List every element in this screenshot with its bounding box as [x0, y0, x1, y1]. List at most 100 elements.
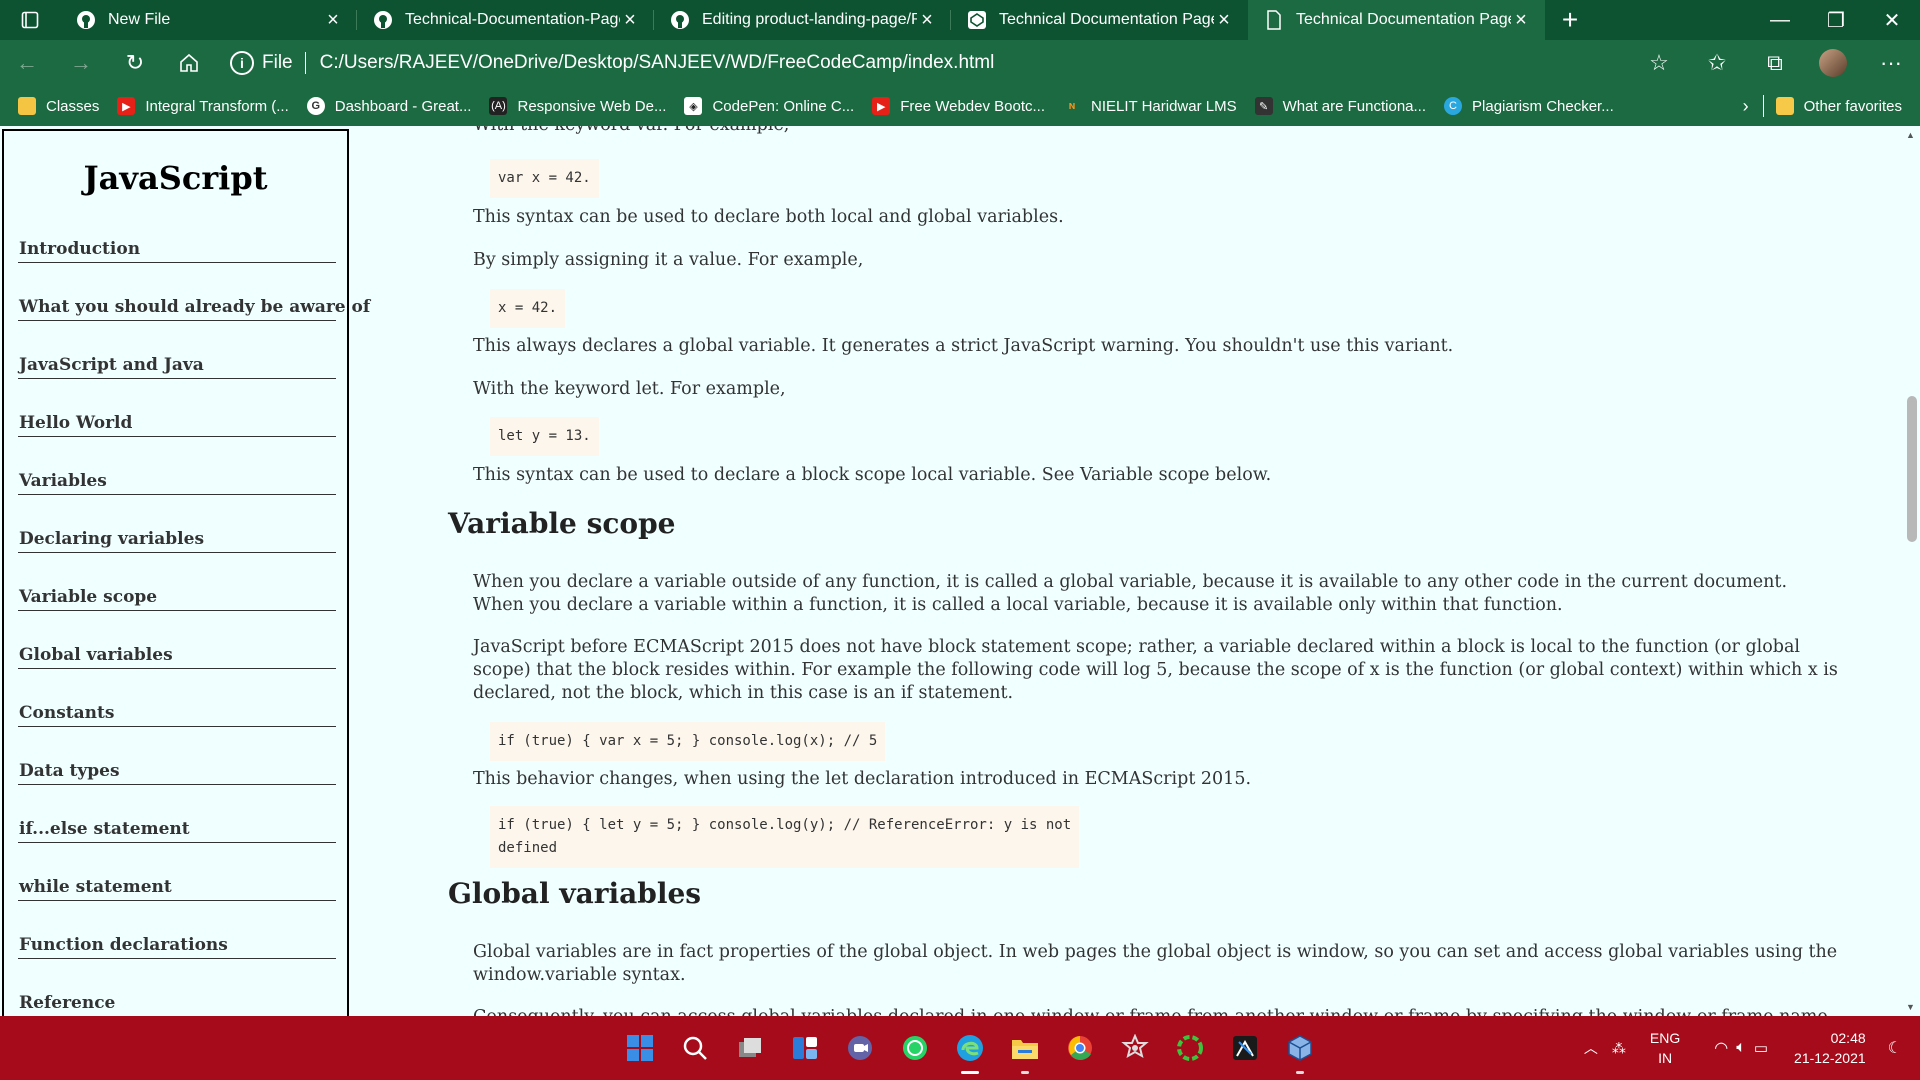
- favorite-item[interactable]: ◈ CodePen: Online C...: [684, 97, 854, 115]
- folder-icon: [1775, 97, 1794, 115]
- nav-link-javascript-and-java[interactable]: JavaScript and Java: [18, 321, 336, 379]
- chevron-right-icon[interactable]: ›: [1743, 96, 1749, 117]
- github-icon: [74, 8, 98, 32]
- paragraph: With the keyword let. For example,: [473, 379, 786, 399]
- favorite-item[interactable]: ▶ Free Webdev Bootc...: [872, 97, 1045, 115]
- plagiarism-checker-icon: C: [1444, 97, 1463, 115]
- edge-icon[interactable]: [942, 1026, 997, 1074]
- collections-icon[interactable]: ⧉: [1746, 50, 1804, 76]
- windows-start-icon[interactable]: [612, 1026, 667, 1070]
- paragraph: JavaScript before ECMAScript 2015 does n…: [473, 637, 1838, 703]
- code-line: if (true) { let y = 5; } console.log(y);…: [498, 817, 1072, 833]
- close-icon[interactable]: ×: [917, 9, 937, 32]
- task-view-icon[interactable]: [722, 1026, 777, 1070]
- file-icon: [1262, 8, 1286, 32]
- nav-link-while[interactable]: while statement: [18, 843, 336, 901]
- tab-codepen-technical-doc[interactable]: Technical Documentation Page ×: [951, 0, 1248, 40]
- nav-link-declaring-variables[interactable]: Declaring variables: [18, 495, 336, 553]
- kali-app-icon[interactable]: [1217, 1026, 1272, 1070]
- clock[interactable]: 02:48 21-12-2021: [1794, 1028, 1866, 1068]
- paragraph: By simply assigning it a value. For exam…: [473, 250, 864, 270]
- section-heading-variable-scope: Variable scope: [448, 507, 676, 540]
- nav-link-hello-world[interactable]: Hello World: [18, 379, 336, 437]
- dropbox-icon[interactable]: ⁂: [1612, 1040, 1626, 1057]
- favorite-item[interactable]: ▶ Integral Transform (...: [117, 97, 289, 115]
- favorites-bar: Classes ▶ Integral Transform (... G Dashbo…: [0, 86, 1920, 126]
- more-menu-icon[interactable]: ···: [1862, 50, 1920, 76]
- search-icon[interactable]: [667, 1026, 722, 1070]
- forward-arrow-icon[interactable]: →: [54, 40, 108, 86]
- new-tab-button[interactable]: +: [1545, 0, 1595, 40]
- language-indicator[interactable]: ENG IN: [1650, 1028, 1680, 1068]
- vertical-scrollbar[interactable]: ▲ ▼: [1902, 126, 1920, 1016]
- nav-link-constants[interactable]: Constants: [18, 669, 336, 727]
- favorites-icon[interactable]: ✩: [1688, 50, 1746, 76]
- tab-actions-icon[interactable]: [0, 0, 60, 40]
- profile-avatar[interactable]: [1804, 49, 1862, 77]
- battery-icon[interactable]: ▭: [1754, 1039, 1768, 1057]
- scroll-up-icon[interactable]: ▲: [1906, 130, 1915, 140]
- close-icon[interactable]: ×: [1214, 9, 1234, 32]
- paragraph: With the keyword var. For example,: [473, 126, 1843, 137]
- tab-strip: New File × Technical-Documentation-Page/…: [0, 0, 1920, 40]
- chevron-up-icon[interactable]: ︿: [1584, 1038, 1598, 1058]
- navbar: JavaScript Introduction What you should …: [2, 129, 370, 1016]
- scrollbar-thumb[interactable]: [1907, 396, 1917, 542]
- favorite-item[interactable]: (A) Responsive Web De...: [489, 97, 666, 115]
- circle-app-icon[interactable]: [1162, 1026, 1217, 1070]
- nav-link-variable-scope[interactable]: Variable scope: [18, 553, 336, 611]
- close-icon[interactable]: ×: [1511, 9, 1531, 32]
- favorite-item[interactable]: G Dashboard - Great...: [306, 97, 471, 115]
- address-toolbar: ← → ↻ i File C:/Users/RAJEEV/OneDrive/De…: [0, 40, 1920, 86]
- nav-link-global-variables[interactable]: Global variables: [18, 611, 336, 669]
- file-explorer-icon[interactable]: [997, 1026, 1052, 1074]
- wifi-icon[interactable]: ◠: [1714, 1038, 1728, 1058]
- nav-link-what-you-should-know[interactable]: What you should already be aware of: [18, 263, 370, 321]
- back-arrow-icon[interactable]: ←: [0, 40, 54, 86]
- nav-link-if-else[interactable]: if...else statement: [18, 785, 336, 843]
- notifications-icon[interactable]: ☾: [1888, 1038, 1902, 1058]
- favorite-item[interactable]: ɴ NIELIT Haridwar LMS: [1063, 97, 1237, 115]
- nav-link-function-declarations[interactable]: Function declarations: [18, 901, 336, 959]
- sidebar-title: JavaScript: [83, 159, 268, 197]
- tab-technical-doc-active[interactable]: Technical Documentation Page ×: [1248, 0, 1545, 40]
- minimize-icon[interactable]: —: [1752, 0, 1808, 40]
- paragraph: This always declares a global variable. …: [473, 336, 1454, 356]
- address-bar[interactable]: i File C:/Users/RAJEEV/OneDrive/Desktop/…: [224, 45, 1630, 81]
- favorite-item[interactable]: C Plagiarism Checker...: [1444, 97, 1614, 115]
- nav-link-introduction[interactable]: Introduction: [18, 233, 336, 263]
- whatsapp-icon[interactable]: [887, 1026, 942, 1070]
- tab-label: Technical Documentation Page: [999, 11, 1214, 28]
- close-icon[interactable]: ×: [323, 9, 343, 32]
- code-block: let y = 13.: [490, 417, 599, 456]
- nav-link-variables[interactable]: Variables: [18, 437, 336, 495]
- youtube-icon: ▶: [117, 97, 136, 115]
- scroll-down-icon[interactable]: ▼: [1906, 1002, 1915, 1012]
- restore-icon[interactable]: ❐: [1808, 0, 1864, 40]
- nav-link-data-types[interactable]: Data types: [18, 727, 336, 785]
- tab-new-file[interactable]: New File ×: [60, 0, 357, 40]
- paragraph: When you declare a variable outside of a…: [473, 572, 1788, 615]
- tab-technical-documentation-repo[interactable]: Technical-Documentation-Page/ ×: [357, 0, 654, 40]
- codepen-icon: ◈: [684, 97, 703, 115]
- nav-link-reference[interactable]: Reference: [18, 959, 336, 1016]
- teams-chat-icon[interactable]: [832, 1026, 887, 1070]
- favorite-item[interactable]: ✎ What are Functiona...: [1254, 97, 1426, 115]
- close-icon[interactable]: ×: [620, 9, 640, 32]
- volume-icon[interactable]: 🔈︎: [1736, 1039, 1746, 1057]
- add-favorite-icon[interactable]: ☆: [1630, 50, 1688, 76]
- refresh-icon[interactable]: ↻: [108, 40, 162, 86]
- close-window-icon[interactable]: ✕: [1864, 0, 1920, 40]
- home-icon[interactable]: [162, 40, 216, 86]
- virtualbox-icon[interactable]: [1272, 1026, 1327, 1074]
- url-text[interactable]: C:/Users/RAJEEV/OneDrive/Desktop/SANJEEV…: [320, 52, 995, 74]
- chrome-icon[interactable]: [1052, 1026, 1107, 1070]
- freecodecamp-icon: (A): [489, 97, 508, 115]
- widgets-icon[interactable]: [777, 1026, 832, 1070]
- other-favorites[interactable]: Other favorites: [1775, 97, 1902, 115]
- favorite-item[interactable]: Classes: [18, 97, 99, 115]
- tab-editing-product-landing[interactable]: Editing product-landing-page/R ×: [654, 0, 951, 40]
- classroom-icon: [18, 97, 36, 115]
- settings-gear-icon[interactable]: [1107, 1026, 1162, 1070]
- info-icon[interactable]: i: [230, 51, 254, 75]
